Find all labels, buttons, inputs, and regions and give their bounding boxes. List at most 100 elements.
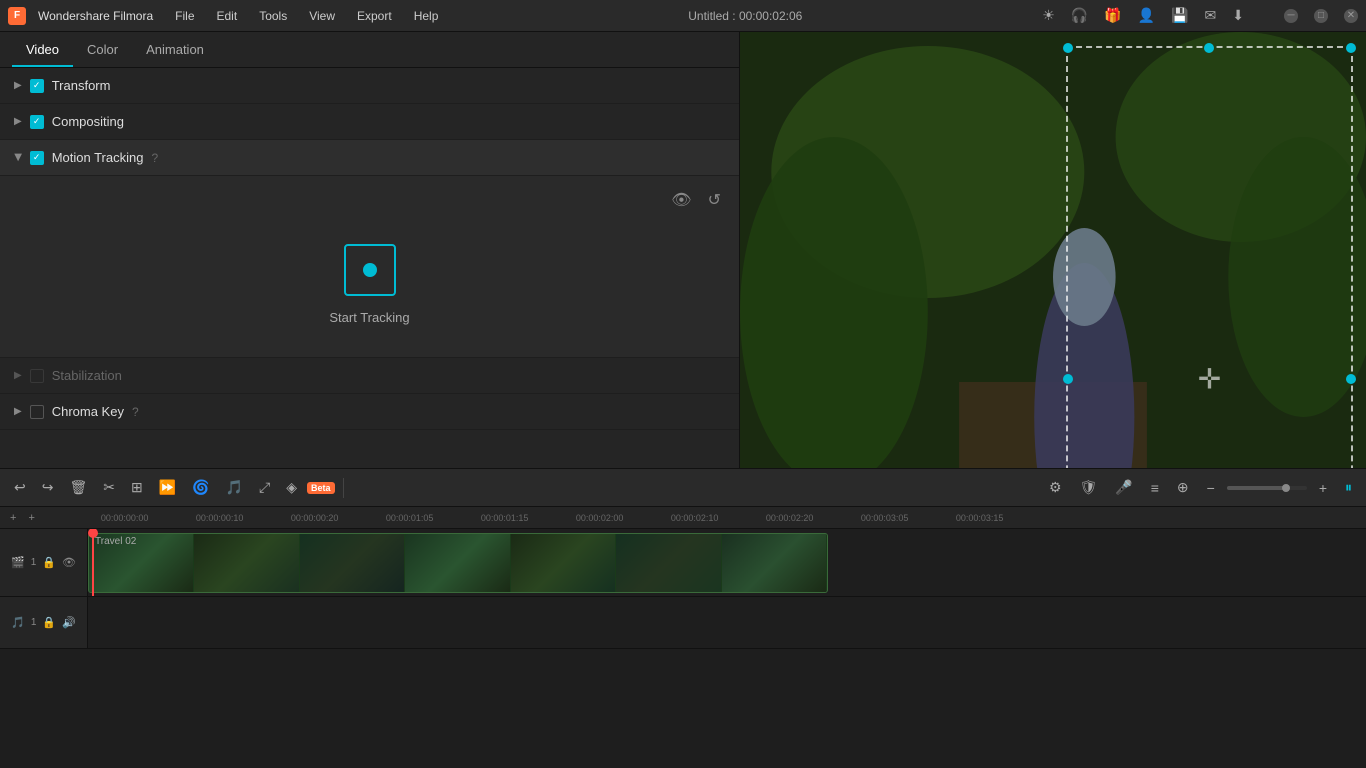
tab-video[interactable]: Video — [12, 34, 73, 67]
fit-button[interactable]: ⤢ — [253, 475, 276, 500]
tracking-view-button[interactable]: 👁 — [669, 188, 693, 212]
crop-button[interactable]: ⊞ — [125, 475, 149, 500]
clip-thumb-1 — [194, 534, 299, 592]
app-logo: F — [8, 7, 26, 25]
gift-icon[interactable]: 🎁 — [1104, 7, 1121, 24]
speed-button[interactable]: ⏩ — [153, 475, 182, 500]
menu-file[interactable]: File — [165, 5, 204, 27]
timeline-toolbar-right: ⚙ 🛡 🎤 ≡ ⊕ − + ⏸ — [1043, 475, 1358, 500]
ruler-mark-1: 00:00:00:10 — [196, 513, 291, 523]
audio-track-button[interactable]: 🛡 — [1074, 475, 1104, 500]
tracking-center-dot — [363, 263, 377, 277]
stabilization-arrow: ▶ — [14, 370, 22, 381]
mail-icon[interactable]: ✉ — [1205, 7, 1217, 24]
ruler-mark-3: 00:00:01:05 — [386, 513, 481, 523]
video-track-lock-icon[interactable]: 🔒 — [42, 556, 56, 569]
zoom-plus[interactable]: + — [1313, 476, 1333, 500]
stabilization-checkbox[interactable] — [30, 369, 44, 383]
zoom-minus[interactable]: − — [1201, 476, 1221, 500]
menu-export[interactable]: Export — [347, 5, 402, 27]
delete-button[interactable]: 🗑 — [63, 475, 93, 500]
snapshot-button[interactable]: ⚙ — [1043, 475, 1068, 500]
close-button[interactable]: ✕ — [1344, 9, 1358, 23]
titlebar-right: ☀ 🎧 🎁 👤 💾 ✉ ⬇ ─ □ ✕ — [1042, 7, 1358, 24]
tracking-toolbar: 👁 ↺ — [16, 188, 723, 212]
tab-animation[interactable]: Animation — [132, 34, 218, 67]
clip-thumb-4 — [511, 534, 616, 592]
track-add-row: + + 00:00:00:00 00:00:00:10 00:00:00:20 … — [0, 507, 1366, 529]
tab-color[interactable]: Color — [73, 34, 132, 67]
chroma-key-label: Chroma Key — [52, 404, 124, 419]
chroma-key-help-icon[interactable]: ? — [132, 405, 139, 419]
blend-button[interactable]: ◈ — [280, 475, 303, 500]
chroma-key-arrow: ▶ — [14, 406, 22, 417]
transform-label: Transform — [52, 78, 111, 93]
sun-icon[interactable]: ☀ — [1042, 7, 1055, 24]
ruler-mark-6: 00:00:02:10 — [671, 513, 766, 523]
menu-edit[interactable]: Edit — [207, 5, 248, 27]
ruler-mark-2: 00:00:00:20 — [291, 513, 386, 523]
compositing-checkbox[interactable]: ✓ — [30, 115, 44, 129]
motion-tracking-help-icon[interactable]: ? — [151, 151, 158, 165]
add-video-track-button[interactable]: + — [4, 510, 22, 526]
timeline-zoom-bar — [1227, 486, 1307, 490]
window-title: Untitled : 00:00:02:06 — [688, 9, 802, 23]
start-tracking-button[interactable]: Start Tracking — [329, 310, 409, 325]
user-icon[interactable]: 👤 — [1138, 7, 1155, 24]
timeline-section: ↩ ↪ 🗑 ✂ ⊞ ⏩ 🌀 🎵 ⤢ ◈ Beta ⚙ 🛡 🎤 ≡ ⊕ − + ⏸… — [0, 468, 1366, 768]
overlay-button[interactable]: ⊕ — [1171, 475, 1195, 500]
undo-button[interactable]: ↩ — [8, 475, 32, 500]
stabilization-section-row[interactable]: ▶ Stabilization — [0, 358, 739, 394]
transform-section-row[interactable]: ▶ ✓ Transform — [0, 68, 739, 104]
cut-button[interactable]: ✂ — [97, 475, 121, 500]
audio-track-header: 🎵 1 🔒 🔊 — [0, 597, 88, 648]
video-track-row: 🎬 1 🔒 👁 Travel 02 — [0, 529, 1366, 597]
menu-help[interactable]: Help — [404, 5, 449, 27]
video-track-content: Travel 02 — [88, 529, 1366, 596]
save-icon[interactable]: 💾 — [1171, 7, 1188, 24]
video-track-vis-icon[interactable]: 👁 — [62, 556, 76, 569]
tracking-icon-wrap — [344, 244, 396, 296]
audio-track-number: 1 — [31, 617, 37, 628]
add-audio-track-button[interactable]: + — [22, 510, 40, 526]
app-name: Wondershare Filmora — [38, 9, 153, 23]
transform-arrow: ▶ — [14, 80, 22, 91]
transform-checkbox[interactable]: ✓ — [30, 79, 44, 93]
download-icon[interactable]: ⬇ — [1232, 7, 1244, 24]
clip-thumb-2 — [300, 534, 405, 592]
redo-button[interactable]: ↪ — [36, 475, 60, 500]
ruler-mark-5: 00:00:02:00 — [576, 513, 671, 523]
video-clip[interactable]: Travel 02 — [88, 533, 828, 593]
timeline-tracks: 🎬 1 🔒 👁 Travel 02 — [0, 529, 1366, 768]
track-button[interactable]: ≡ — [1145, 476, 1165, 500]
motion-tracking-section-row[interactable]: ▶ ✓ Motion Tracking ? — [0, 140, 739, 176]
minimize-button[interactable]: ─ — [1284, 9, 1298, 23]
tracking-area: Start Tracking — [16, 224, 723, 345]
timeline-cursor — [92, 529, 94, 596]
menu-view[interactable]: View — [299, 5, 345, 27]
logo-char: F — [14, 10, 20, 21]
compositing-section-row[interactable]: ▶ ✓ Compositing — [0, 104, 739, 140]
timeline-zoom-thumb[interactable] — [1282, 484, 1290, 492]
chroma-key-checkbox[interactable] — [30, 405, 44, 419]
tracking-reset-button[interactable]: ↺ — [706, 188, 723, 212]
motion-tracking-arrow: ▶ — [12, 154, 23, 162]
video-track-number: 1 — [31, 557, 37, 568]
timeline-pause-button[interactable]: ⏸ — [1339, 475, 1358, 500]
timeline-ruler: 00:00:00:00 00:00:00:10 00:00:00:20 00:0… — [41, 507, 1366, 528]
maximize-button[interactable]: □ — [1314, 9, 1328, 23]
audio-track-vis-icon[interactable]: 🔊 — [62, 616, 76, 629]
audio-button[interactable]: 🎵 — [220, 475, 249, 500]
voice-button[interactable]: 🎤 — [1109, 475, 1138, 500]
audio-track-icon: 🎵 — [11, 616, 25, 629]
motion-tracking-checkbox[interactable]: ✓ — [30, 151, 44, 165]
audio-track-lock-icon[interactable]: 🔒 — [42, 616, 56, 629]
compositing-arrow: ▶ — [14, 116, 22, 127]
effects-button[interactable]: 🌀 — [186, 475, 215, 500]
titlebar: F Wondershare Filmora File Edit Tools Vi… — [0, 0, 1366, 32]
headphone-icon[interactable]: 🎧 — [1071, 7, 1088, 24]
ruler-mark-9: 00:00:03:15 — [956, 513, 1051, 523]
timeline-toolbar: ↩ ↪ 🗑 ✂ ⊞ ⏩ 🌀 🎵 ⤢ ◈ Beta ⚙ 🛡 🎤 ≡ ⊕ − + ⏸ — [0, 469, 1366, 507]
menu-tools[interactable]: Tools — [249, 5, 297, 27]
chroma-key-section-row[interactable]: ▶ Chroma Key ? — [0, 394, 739, 430]
